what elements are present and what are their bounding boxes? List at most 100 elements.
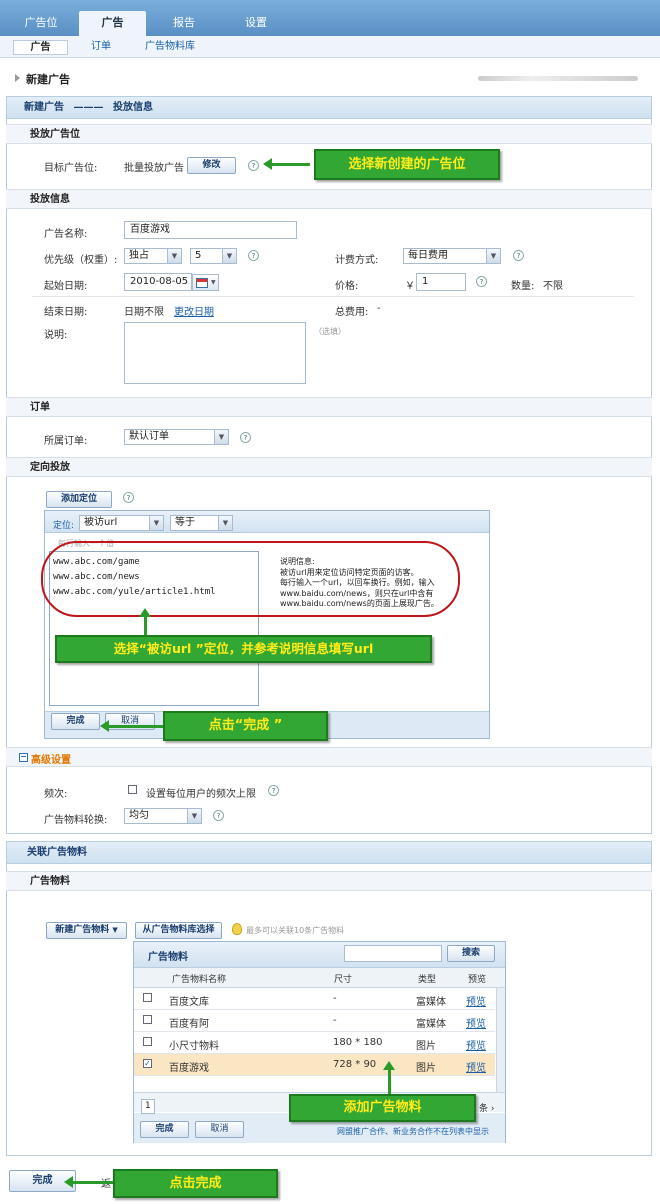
frequency-checkbox[interactable] (128, 785, 137, 794)
row-name: 百度有阿 (169, 1019, 209, 1030)
row-size: - (333, 1015, 337, 1026)
arrow-up-icon (139, 608, 151, 635)
col-size: 尺寸 (334, 975, 353, 985)
select-from-library-button[interactable]: 从广告物料库选择 (135, 922, 222, 939)
row-preview-link[interactable]: 预览 (466, 1059, 486, 1074)
slot-label: 目标广告位: (44, 163, 98, 174)
tab-settings[interactable]: 设置 (222, 11, 290, 36)
help-icon[interactable]: ? (513, 250, 524, 261)
priority-value: 独占 (129, 250, 149, 261)
grid-scrollbar[interactable] (496, 988, 505, 1092)
callout-add-creative: 添加广告物料 (289, 1094, 476, 1122)
weight-value: 5 (195, 250, 202, 261)
quantity-value: 不限 (543, 281, 563, 292)
rotation-select[interactable]: 均匀 ▼ (124, 808, 202, 824)
callout-click-done: 点击“完成 ” (163, 711, 328, 741)
row-checkbox-checked[interactable]: ✓ (143, 1059, 152, 1068)
subtab-order[interactable]: 订单 (91, 40, 111, 55)
description-hint: （选填） (314, 327, 346, 336)
arrow-left-icon (64, 1176, 116, 1188)
operator-value: 等于 (175, 517, 195, 528)
order-value: 默认订单 (129, 431, 169, 442)
callout-submit: 点击完成 (113, 1169, 278, 1198)
row-type: 富媒体 (416, 997, 446, 1008)
total-cost-label: 总费用: (335, 307, 369, 318)
row-preview-link[interactable]: 预览 (466, 1015, 486, 1030)
weight-select[interactable]: 5 ▼ (190, 248, 237, 264)
arrow-left-icon (100, 720, 163, 732)
ad-name-input[interactable]: 百度游戏 (124, 221, 297, 239)
creative-cancel-button[interactable]: 取消 (195, 1121, 244, 1138)
dimension-value: 被访url (84, 517, 118, 528)
help-icon[interactable]: ? (476, 276, 487, 287)
billing-select[interactable]: 每日费用 ▼ (403, 248, 501, 264)
chevron-down-icon: ▼ (187, 809, 201, 823)
breadcrumb-current: 投放信息 (112, 102, 153, 113)
change-date-link[interactable]: 更改日期 (174, 303, 214, 318)
help-icon[interactable]: ? (268, 785, 279, 796)
tab-ad[interactable]: 广告 (79, 11, 146, 36)
section-creative: 广告物料 (6, 871, 652, 891)
row-type: 图片 (416, 1041, 436, 1052)
help-icon[interactable]: ? (248, 160, 259, 171)
table-row[interactable]: 小尺寸物料 180 * 180 图片 预览 (134, 1032, 495, 1054)
start-date-label: 起始日期: (44, 281, 88, 292)
pager-tail[interactable]: 条 › (479, 1101, 494, 1114)
chevron-down-icon: ▼ (167, 249, 181, 263)
row-checkbox[interactable] (143, 993, 152, 1002)
billing-value: 每日费用 (408, 250, 448, 261)
priority-label: 优先级（权重）: (44, 255, 118, 266)
row-type: 图片 (416, 1063, 436, 1074)
help-icon[interactable]: ? (240, 432, 251, 443)
modify-slot-button[interactable]: 修改 (187, 157, 236, 174)
row-checkbox[interactable] (143, 1015, 152, 1024)
row-preview-link[interactable]: 预览 (466, 993, 486, 1008)
rotation-value: 均匀 (129, 810, 149, 821)
creative-panel-title: 关联广告物料 (7, 842, 651, 864)
add-targeting-button[interactable]: 添加定位 (46, 491, 112, 508)
tab-adslot[interactable]: 广告位 (6, 11, 76, 36)
priority-select[interactable]: 独占 ▼ (124, 248, 182, 264)
price-input[interactable]: 1 (416, 273, 466, 291)
subtab-ad[interactable]: 广告 (13, 40, 68, 55)
rotation-label: 广告物料轮换: (44, 815, 108, 826)
section-advanced[interactable]: − 高级设置 (6, 747, 652, 767)
dimension-select[interactable]: 被访url ▼ (79, 515, 164, 531)
subtab-creative-library[interactable]: 广告物料库 (145, 40, 195, 55)
table-row[interactable]: 百度有阿 - 富媒体 预览 (134, 1010, 495, 1032)
row-checkbox[interactable] (143, 1037, 152, 1046)
creative-search-button[interactable]: 搜索 (447, 945, 495, 962)
new-creative-label: 新建广告物料 (55, 925, 110, 935)
collapse-icon[interactable]: − (19, 753, 28, 762)
creative-search-input[interactable] (344, 945, 442, 962)
help-icon[interactable]: ? (248, 250, 259, 261)
page-number-input[interactable]: 1 (141, 1099, 155, 1114)
calendar-icon[interactable]: ▼ (192, 274, 219, 291)
tab-report[interactable]: 报告 (150, 11, 218, 36)
quantity-label: 数量: (511, 281, 535, 292)
help-icon[interactable]: ? (123, 492, 134, 503)
chevron-down-icon: ▼ (112, 926, 118, 934)
breadcrumb-sep: ——— (73, 102, 104, 113)
creative-done-button[interactable]: 完成 (140, 1121, 189, 1138)
help-icon[interactable]: ? (213, 810, 224, 821)
caret-right-icon (15, 74, 20, 82)
description-textarea[interactable] (124, 322, 306, 384)
table-row[interactable]: 百度文库 - 富媒体 预览 (134, 988, 495, 1010)
end-date-label: 结束日期: (44, 307, 88, 318)
main-tab-bar: 广告位 广告 报告 设置 (0, 0, 660, 36)
start-date-input[interactable]: 2010-08-05 (124, 273, 192, 291)
new-creative-button[interactable]: 新建广告物料 ▼ (46, 922, 127, 939)
page-header: 新建广告 (0, 64, 660, 92)
table-row-selected[interactable]: ✓ 百度游戏 728 * 90 图片 预览 (134, 1054, 495, 1076)
account-info-blurred (478, 76, 638, 81)
end-date-value: 日期不限 (124, 307, 164, 318)
advanced-title: 高级设置 (31, 755, 71, 766)
row-preview-link[interactable]: 预览 (466, 1037, 486, 1052)
currency-symbol: ￥ (405, 281, 415, 292)
col-type: 类型 (418, 975, 437, 985)
billing-label: 计费方式: (335, 255, 379, 266)
operator-select[interactable]: 等于 ▼ (170, 515, 233, 531)
order-select[interactable]: 默认订单 ▼ (124, 429, 229, 445)
targeting-done-button[interactable]: 完成 (51, 713, 100, 730)
